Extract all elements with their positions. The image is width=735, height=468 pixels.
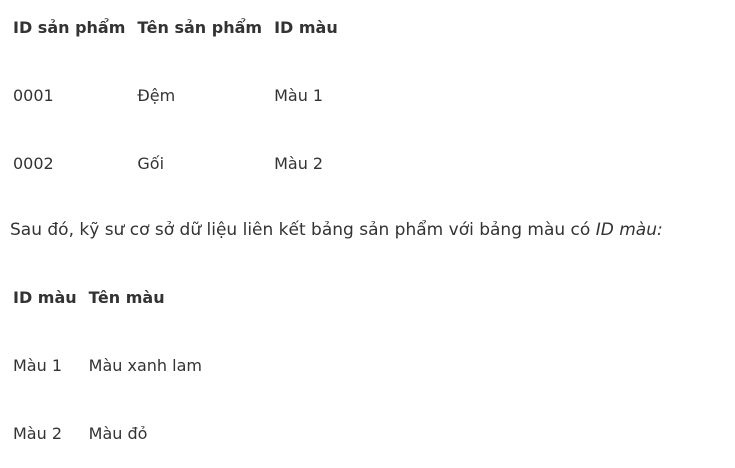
paragraph-emphasis: ID màu: bbox=[595, 220, 663, 240]
header-cell-color-id: ID màu bbox=[274, 18, 338, 37]
table-row: 0002 Gối Màu 2 bbox=[7, 130, 344, 198]
cell-product-name: Gối bbox=[137, 154, 165, 173]
cell-color-id: Màu 1 bbox=[13, 356, 63, 375]
cell-product-id: 0002 bbox=[13, 154, 54, 173]
table-row: Màu 1 Màu xanh lam bbox=[7, 332, 208, 400]
cell-product-id: 0001 bbox=[13, 86, 54, 105]
header-cell-product-name: Tên sản phẩm bbox=[137, 18, 263, 37]
header-cell-color-id: ID màu bbox=[13, 288, 77, 307]
table-row: 0001 Đệm Màu 1 bbox=[7, 62, 344, 130]
cell-color-name: Màu xanh lam bbox=[88, 356, 202, 375]
table-header-row: ID sản phẩm Tên sản phẩm ID màu bbox=[7, 0, 344, 62]
cell-product-name: Đệm bbox=[137, 86, 176, 105]
header-cell-color-name: Tên màu bbox=[88, 288, 165, 307]
table-row: Màu 2 Màu đỏ bbox=[7, 400, 208, 468]
cell-color-name: Màu đỏ bbox=[88, 424, 148, 443]
paragraph-text: Sau đó, kỹ sư cơ sở dữ liệu liên kết bản… bbox=[10, 220, 596, 240]
cell-color-id: Màu 2 bbox=[13, 424, 63, 443]
table-header-row: ID màu Tên màu bbox=[7, 264, 208, 332]
colors-table: ID màu Tên màu Màu 1 Màu xanh lam Màu 2 … bbox=[7, 264, 208, 468]
cell-color-id: Màu 2 bbox=[274, 154, 324, 173]
header-cell-product-id: ID sản phẩm bbox=[13, 18, 126, 37]
products-table: ID sản phẩm Tên sản phẩm ID màu 0001 Đệm… bbox=[7, 0, 344, 198]
cell-color-id: Màu 1 bbox=[274, 86, 324, 105]
body-paragraph: Sau đó, kỹ sư cơ sở dữ liệu liên kết bản… bbox=[10, 218, 663, 242]
